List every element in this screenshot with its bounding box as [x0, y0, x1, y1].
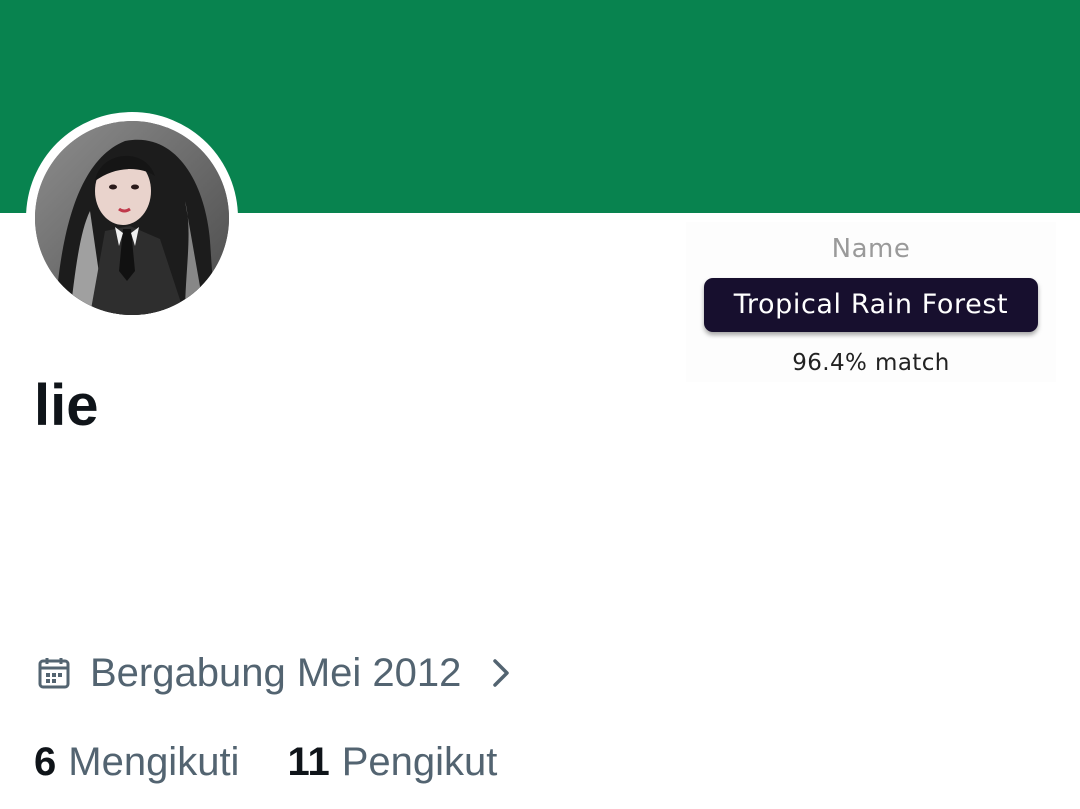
following-label: Mengikuti: [68, 740, 240, 784]
following-count: 6: [34, 740, 57, 784]
followers-label: Pengikut: [341, 740, 498, 784]
joined-date-text: Bergabung Mei 2012: [90, 651, 462, 695]
color-match-percentage: 96.4% match: [792, 350, 950, 376]
chevron-right-icon[interactable]: [485, 655, 515, 691]
color-name-label: Name: [831, 234, 911, 264]
joined-date-row[interactable]: Bergabung Mei 2012: [36, 648, 515, 698]
profile-page: Name Tropical Rain Forest 96.4% match li…: [0, 0, 1080, 809]
following-stat[interactable]: 6 Mengikuti: [34, 736, 239, 788]
follow-stats: 6 Mengikuti 11 Pengikut: [34, 736, 545, 788]
followers-stat[interactable]: 11 Pengikut: [287, 736, 497, 788]
avatar-photo: [35, 121, 229, 315]
avatar[interactable]: [35, 121, 229, 315]
color-name-pill: Tropical Rain Forest: [704, 278, 1038, 332]
calendar-icon: [36, 655, 72, 691]
color-match-card: Name Tropical Rain Forest 96.4% match: [686, 222, 1056, 382]
display-name: lie: [34, 373, 99, 438]
followers-count: 11: [287, 740, 330, 784]
